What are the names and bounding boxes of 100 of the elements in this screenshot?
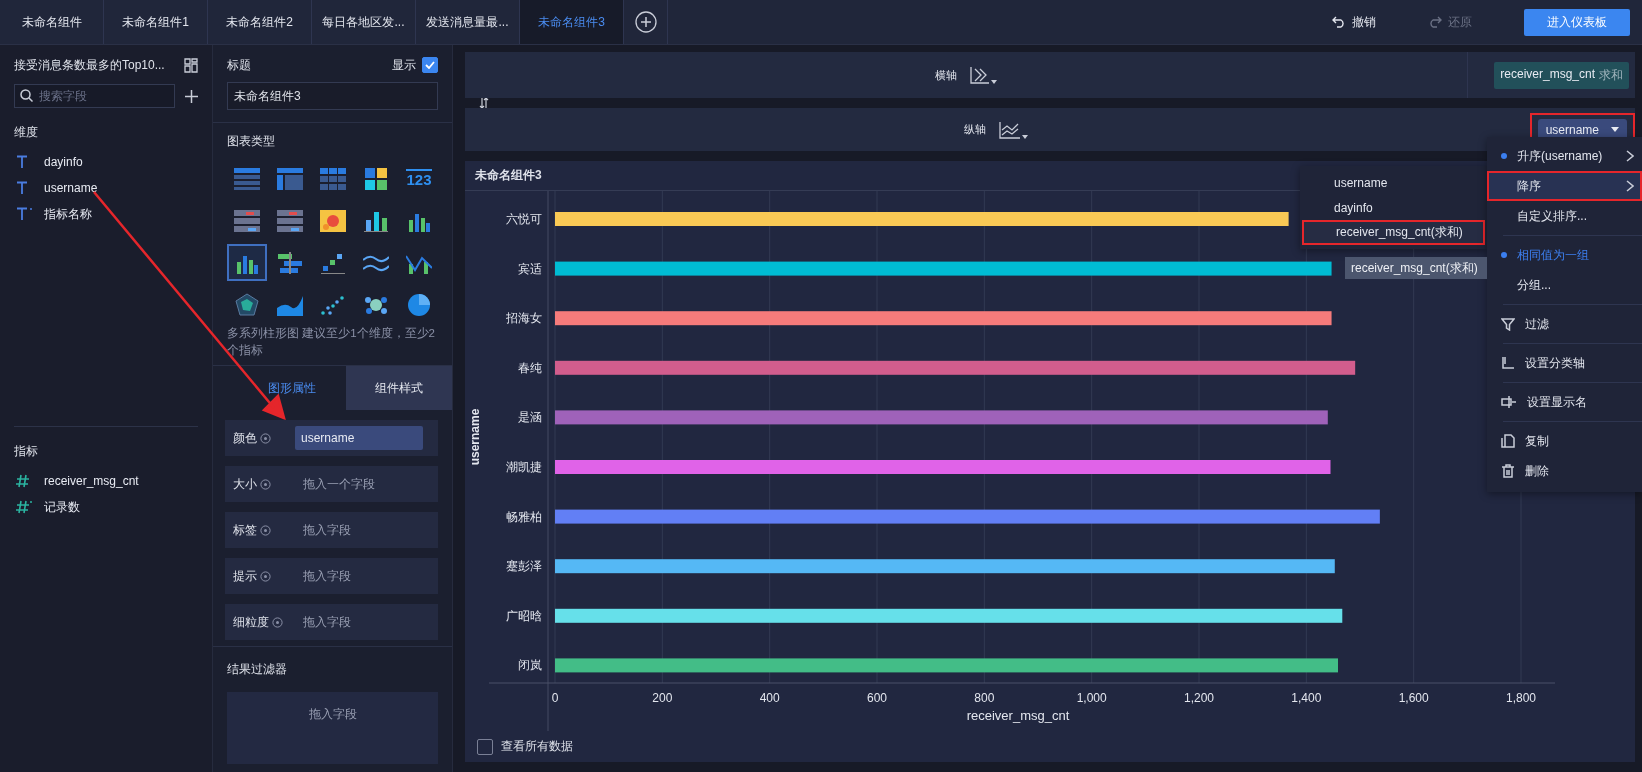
swap-icon[interactable]: [479, 98, 489, 108]
tick-label: 1,200: [1184, 691, 1214, 705]
category-label: 潮凯捷: [506, 460, 542, 474]
field-label: 颜色: [233, 429, 257, 447]
menu-item[interactable]: 设置分类轴: [1487, 348, 1642, 378]
redo-icon: [1428, 16, 1442, 28]
tick-label: 400: [759, 691, 780, 705]
copy-icon: [1501, 434, 1515, 448]
axis-type-icon[interactable]: [969, 65, 997, 85]
tab[interactable]: 未命名组件: [0, 0, 104, 44]
calculated-text-icon: [16, 207, 32, 221]
bar-chart-icon: [364, 209, 388, 232]
menu-item[interactable]: 升序(username): [1487, 141, 1642, 171]
menu-item[interactable]: 过滤: [1487, 309, 1642, 339]
field-name[interactable]: 指标名称: [44, 205, 92, 223]
drop-hint: 拖入一个字段: [302, 475, 375, 493]
axis-title: receiver_msg_cnt: [966, 708, 1070, 723]
number-label: 123: [406, 169, 432, 188]
chart-type-option[interactable]: [227, 244, 267, 281]
section-heading: 指标: [14, 443, 39, 460]
category-label: 宾适: [518, 261, 542, 276]
field-pill[interactable]: username: [295, 426, 423, 450]
grid-icon: [365, 167, 387, 190]
checkbox-label: 显示: [392, 56, 416, 74]
horizontal-bar-icon: [278, 251, 302, 274]
layout-icon[interactable]: [184, 57, 198, 73]
title-input[interactable]: 未命名组件3: [227, 82, 438, 110]
tab[interactable]: 未命名组件3: [520, 0, 624, 44]
rename-icon: [1501, 395, 1517, 409]
menu-item[interactable]: 设置显示名: [1487, 387, 1642, 417]
menu-item[interactable]: 分组...: [1487, 270, 1642, 300]
radar-icon: [235, 292, 259, 317]
aggregation-label: 求和: [1599, 66, 1623, 84]
grid-icon: [320, 167, 346, 190]
info-icon: [260, 478, 271, 490]
menu-item[interactable]: 降序: [1487, 171, 1642, 201]
table-icon: [234, 167, 260, 190]
category-label: 招海女: [506, 311, 542, 326]
scatter-icon: [321, 293, 345, 316]
menu-item[interactable]: 自定义排序...: [1487, 201, 1642, 231]
tick-label: 800: [974, 691, 995, 705]
dashboard-button[interactable]: 进入仪表板: [1524, 8, 1630, 36]
category-label: 畅雅柏: [506, 509, 542, 524]
heatmap-icon: [320, 209, 346, 232]
category-label: 蹇彭泽: [506, 559, 542, 574]
info-icon: [260, 432, 271, 444]
tab[interactable]: 未命名组件1: [104, 0, 208, 44]
menu-item[interactable]: 相同值为一组: [1487, 240, 1642, 270]
dataset-title: 接受消息条数最多的Top10...: [14, 56, 165, 74]
drop-hint: 拖入字段: [302, 521, 351, 539]
field-name[interactable]: username: [44, 181, 98, 195]
tick-label: 1,000: [1076, 691, 1107, 705]
calculated-number-icon: [16, 500, 32, 514]
axis-title: username: [468, 408, 482, 466]
field-label: 大小: [233, 475, 257, 493]
table-icon: [277, 209, 303, 232]
chart-type-hint: 多系列柱形图 建议至少1个维度，至少2个指标: [227, 326, 436, 358]
tick-label: 1,600: [1398, 691, 1429, 705]
drop-zone[interactable]: 拖入字段: [227, 692, 438, 764]
undo-button[interactable]: 撤销: [1332, 0, 1376, 44]
checkbox[interactable]: [422, 57, 438, 73]
menu-item[interactable]: 复制: [1487, 426, 1642, 456]
shelf-label: 纵轴: [964, 122, 987, 137]
filter-icon: [1501, 317, 1515, 331]
checkbox[interactable]: [477, 738, 493, 755]
field-chip[interactable]: receiver_msg_cnt 求和: [1494, 61, 1629, 89]
category-label: 六悦可: [506, 212, 542, 226]
tick-label: 1,800: [1506, 691, 1536, 705]
tab[interactable]: 组件样式: [345, 366, 452, 410]
line-chart-icon[interactable]: [998, 119, 1031, 140]
menu-item[interactable]: 删除: [1487, 456, 1642, 486]
menu-item[interactable]: username: [1300, 170, 1487, 195]
section-heading: 维度: [14, 124, 39, 141]
tooltip: receiver_msg_cnt(求和): [1345, 257, 1487, 279]
undo-icon: [1332, 16, 1346, 28]
tick-label: 0: [551, 691, 559, 705]
field-label: 提示: [233, 567, 257, 585]
add-tab-icon[interactable]: [634, 11, 657, 33]
field-label: 标签: [233, 521, 257, 539]
chart-type-option[interactable]: 123: [399, 160, 439, 197]
add-icon[interactable]: [185, 89, 198, 103]
info-icon: [272, 616, 283, 628]
search-field[interactable]: 搜索字段: [14, 84, 175, 108]
tick-label: 200: [652, 691, 673, 705]
field-name[interactable]: dayinfo: [44, 155, 83, 169]
table-icon: [234, 209, 260, 232]
tab[interactable]: 未命名组件2: [208, 0, 312, 44]
menu-item[interactable]: dayinfo: [1300, 195, 1487, 220]
step-chart-icon: [321, 251, 345, 274]
number-type-icon: [16, 474, 32, 488]
chart-title: 未命名组件3: [475, 167, 542, 184]
table-icon: [277, 167, 303, 190]
field-name[interactable]: receiver_msg_cnt: [44, 474, 139, 488]
shelf-label: 横轴: [935, 67, 957, 83]
info-icon: [260, 570, 271, 582]
menu-item[interactable]: receiver_msg_cnt(求和): [1302, 220, 1485, 245]
drop-hint: 拖入字段: [302, 613, 351, 631]
tab[interactable]: 每日各地区发...: [312, 0, 416, 44]
field-name[interactable]: 记录数: [44, 498, 80, 516]
checkmark-icon: [425, 61, 435, 69]
